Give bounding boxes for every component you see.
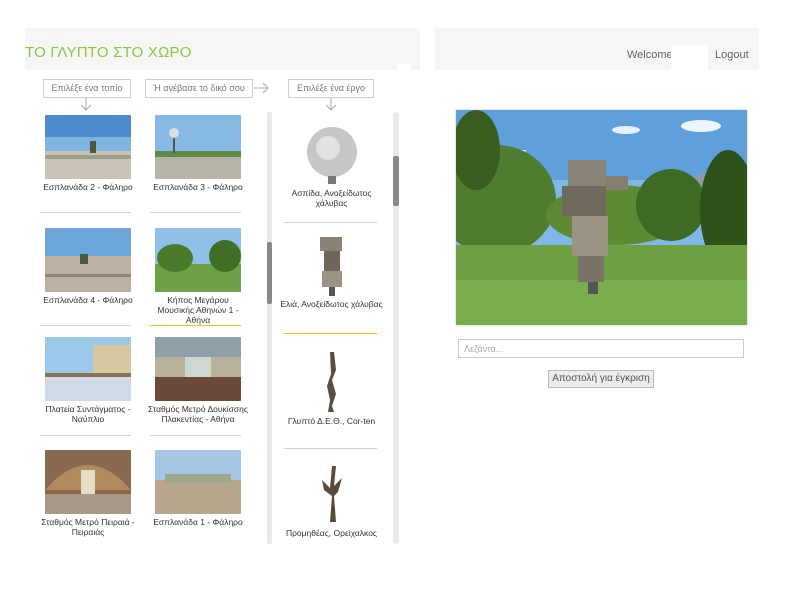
caption-input[interactable] xyxy=(458,339,744,358)
landscape-label: Εσπλανάδα 4 - Φάληρο xyxy=(43,295,133,305)
landscape-thumbnail xyxy=(155,337,241,401)
landscape-item-selected[interactable]: Κήπος Μεγάρου Μουσικής Αθηνών 1 - Αθήνα xyxy=(148,228,248,325)
sculpture-preview-image[interactable] xyxy=(456,110,747,325)
submit-for-approval-button[interactable]: Αποστολή για έγκριση xyxy=(548,370,654,388)
artwork-scrollbar[interactable] xyxy=(393,112,399,544)
artwork-thumbnail xyxy=(319,237,342,296)
landscape-thumbnail xyxy=(155,450,241,514)
landscape-scrollbar-thumb[interactable] xyxy=(267,242,272,304)
divider xyxy=(150,435,241,436)
artwork-label: Γλυπτό Δ.Ε.Θ., Cor-ten xyxy=(287,416,376,426)
username-box xyxy=(671,45,708,70)
landscape-label: Εσπλανάδα 3 - Φάληρο xyxy=(153,182,243,192)
divider xyxy=(40,435,131,436)
landscape-thumbnail xyxy=(45,337,131,401)
choose-landscape-button[interactable]: Επιλέξε ένα τοπίο xyxy=(43,79,131,98)
artwork-label: Ελιά, Ανοξείδωτος χάλυβας xyxy=(280,299,383,309)
landscape-thumbnail xyxy=(155,228,241,292)
artwork-thumbnail xyxy=(321,466,342,522)
selected-divider xyxy=(150,325,241,326)
artwork-label: Ασπίδα, Ανοξείδωτος χάλυβας xyxy=(291,188,372,208)
landscape-label: Σταθμός Μετρό Πειραιά - Πειραιάς xyxy=(41,517,135,537)
selected-divider xyxy=(284,333,377,334)
divider xyxy=(284,222,377,223)
landscape-thumbnail xyxy=(45,228,131,292)
artwork-item[interactable]: Γλυπτό Δ.Ε.Θ., Cor-ten xyxy=(279,350,384,426)
artwork-gallery[interactable]: Ασπίδα, Ανοξείδωτος χάλυβας Ελιά, Ανοξεί… xyxy=(279,112,399,544)
artwork-scrollbar-thumb[interactable] xyxy=(393,156,399,206)
welcome-text: Welcome xyxy=(627,49,673,61)
divider xyxy=(40,212,131,213)
app-title: ΤΟ ΓΛΥΠΤΟ ΣΤΟ ΧΩΡΟ xyxy=(25,44,192,61)
landscape-item[interactable]: Εσπλανάδα 1 - Φάληρο xyxy=(148,450,248,527)
header-right-bar: Welcome Logout xyxy=(435,28,759,70)
landscape-scrollbar[interactable] xyxy=(267,112,272,544)
artwork-thumbnail xyxy=(306,127,357,184)
landscape-item[interactable]: Σταθμός Μετρό Πειραιά - Πειραιάς xyxy=(38,450,138,537)
down-arrow-icon xyxy=(80,98,92,111)
landscape-thumbnail xyxy=(45,115,131,179)
landscape-label: Εσπλανάδα 2 - Φάληρο xyxy=(43,182,133,192)
divider xyxy=(284,448,377,449)
right-arrow-icon xyxy=(254,82,269,94)
landscape-label: Κήπος Μεγάρου Μουσικής Αθηνών 1 - Αθήνα xyxy=(157,295,239,325)
artwork-item-selected[interactable]: Ελιά, Ανοξείδωτος χάλυβας xyxy=(279,233,384,309)
divider xyxy=(150,212,241,213)
header-tab-notch xyxy=(397,64,411,72)
landscape-item[interactable]: Εσπλανάδα 4 - Φάληρο xyxy=(38,228,138,305)
landscape-gallery[interactable]: Εσπλανάδα 2 - Φάληρο Εσπλανάδα 3 - Φάληρ… xyxy=(25,112,272,544)
landscape-thumbnail xyxy=(155,115,241,179)
artwork-label: Προμηθέας, Ορείχαλκος xyxy=(285,528,378,538)
landscape-label: Σταθμός Μετρό Δουκίσσης Πλακεντίας - Αθή… xyxy=(148,404,248,424)
landscape-item[interactable]: Σταθμός Μετρό Δουκίσσης Πλακεντίας - Αθή… xyxy=(148,337,248,424)
artwork-item[interactable]: Προμηθέας, Ορείχαλκος xyxy=(279,462,384,538)
logout-link[interactable]: Logout xyxy=(715,49,749,61)
header-left-bar: ΤΟ ΓΛΥΠΤΟ ΣΤΟ ΧΩΡΟ xyxy=(25,28,420,72)
landscape-item[interactable]: Εσπλανάδα 2 - Φάληρο xyxy=(38,115,138,192)
landscape-item[interactable]: Πλατεία Συντάγματος - Ναύπλιο xyxy=(38,337,138,424)
upload-own-button[interactable]: Ή ανέβασε το δικό σου xyxy=(145,79,253,98)
choose-artwork-button[interactable]: Επιλέξε ένα έργο xyxy=(288,79,374,98)
down-arrow-icon xyxy=(325,98,337,111)
artwork-thumbnail xyxy=(326,352,336,412)
landscape-thumbnail xyxy=(45,450,131,514)
landscape-label: Εσπλανάδα 1 - Φάληρο xyxy=(153,517,243,527)
landscape-item[interactable]: Εσπλανάδα 3 - Φάληρο xyxy=(148,115,248,192)
landscape-label: Πλατεία Συντάγματος - Ναύπλιο xyxy=(45,404,131,424)
divider xyxy=(40,325,131,326)
artwork-item[interactable]: Ασπίδα, Ανοξείδωτος χάλυβας xyxy=(279,122,384,208)
